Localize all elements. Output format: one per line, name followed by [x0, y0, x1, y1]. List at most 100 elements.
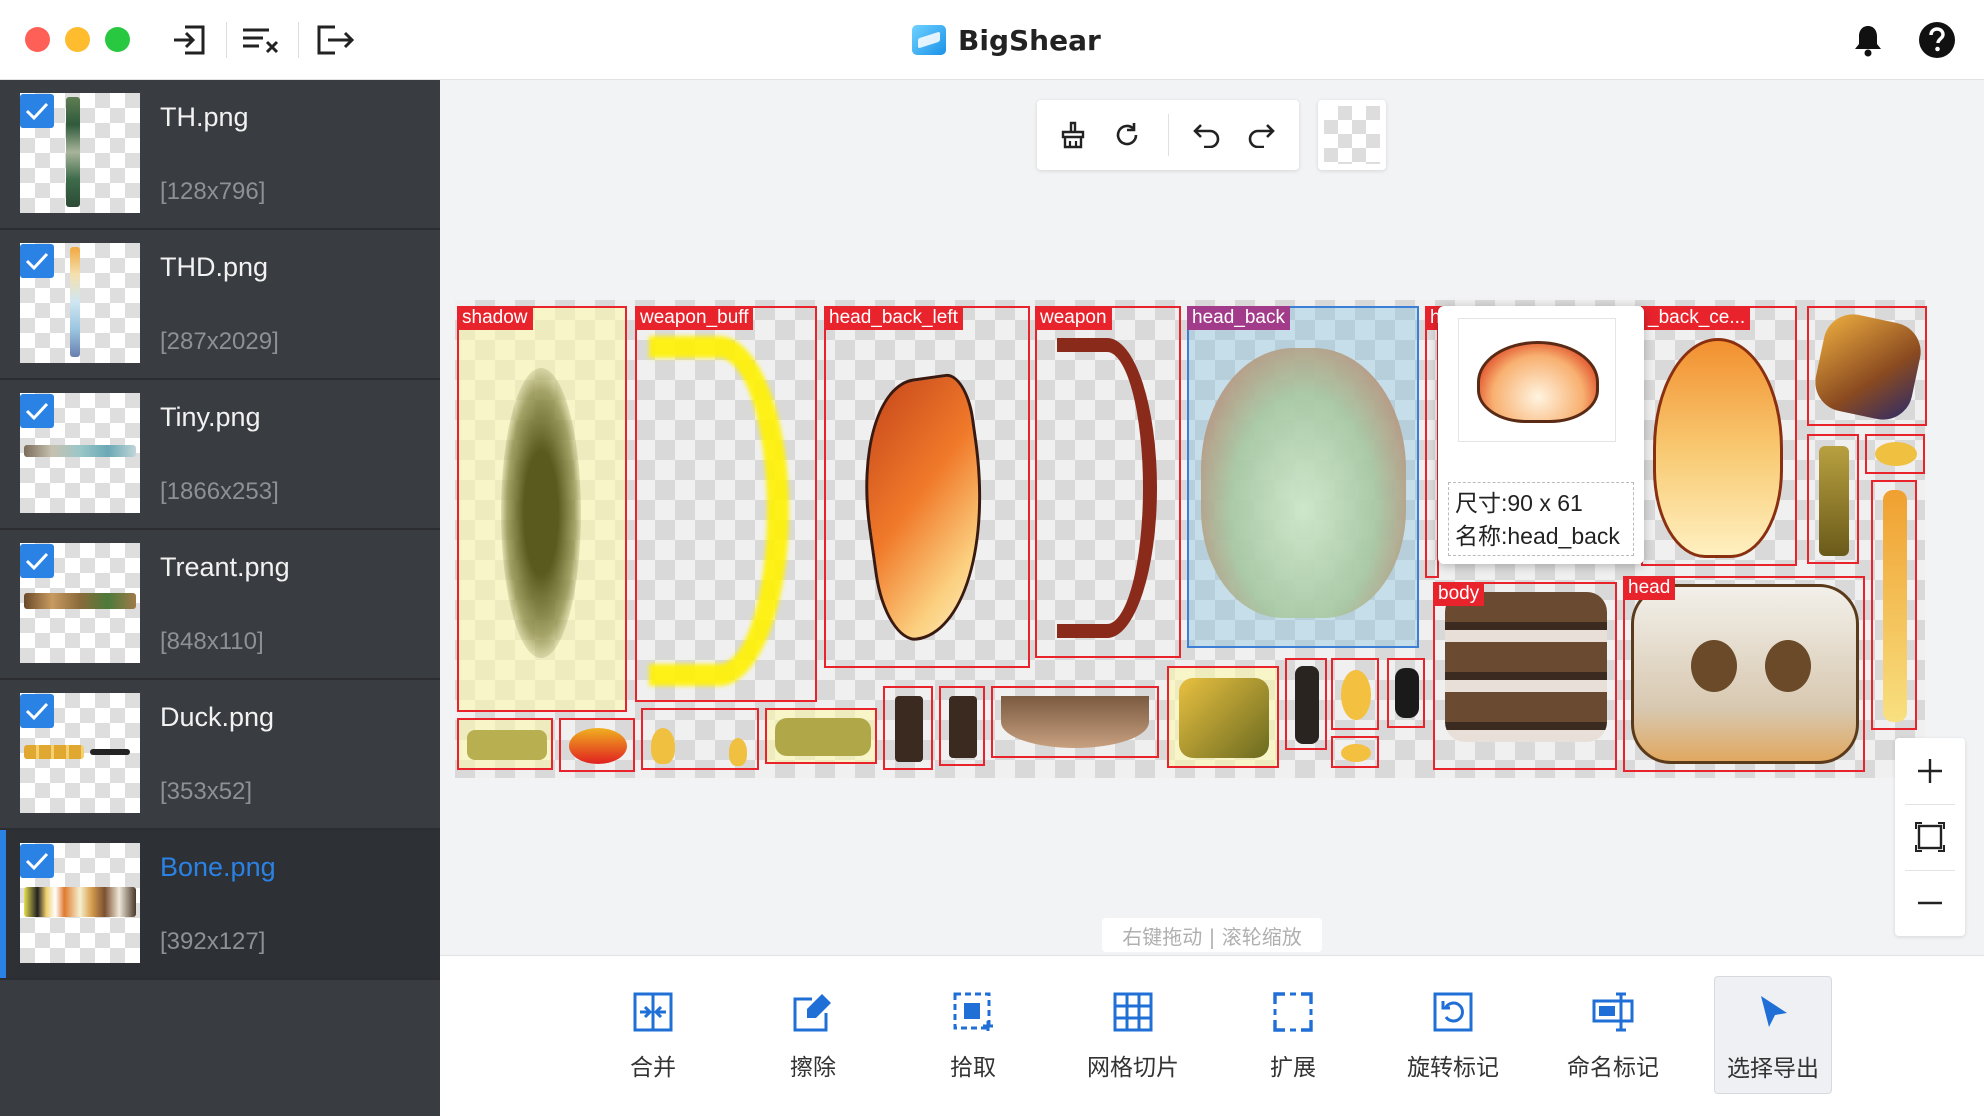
- file-checkbox[interactable]: [20, 544, 54, 578]
- background-toggle-button[interactable]: [1318, 100, 1386, 170]
- tooltip-name: 名称:head_back: [1455, 523, 1620, 549]
- help-button[interactable]: [1914, 18, 1960, 62]
- merge-button[interactable]: 合并: [594, 976, 712, 1094]
- file-checkbox[interactable]: [20, 244, 54, 278]
- fit-screen-button[interactable]: [1900, 807, 1960, 867]
- grid-slice-button[interactable]: 网格切片: [1074, 976, 1192, 1094]
- sprite-box[interactable]: [1871, 480, 1917, 730]
- export-icon: [317, 25, 355, 55]
- file-item[interactable]: Treant.png [848x110]: [0, 530, 440, 680]
- sprite-box[interactable]: h: [1425, 306, 1446, 578]
- sprite-box[interactable]: weapon: [1035, 306, 1181, 658]
- file-checkbox[interactable]: [20, 694, 54, 728]
- undo-button[interactable]: [1185, 113, 1229, 157]
- sprite-box[interactable]: [1865, 434, 1925, 474]
- file-item[interactable]: Duck.png [353x52]: [0, 680, 440, 830]
- file-size: [1866x253]: [160, 478, 279, 505]
- import-icon: [174, 25, 205, 55]
- tool-label: 扩展: [1270, 1055, 1316, 1081]
- clear-list-button[interactable]: [238, 18, 284, 62]
- sprite-box[interactable]: [991, 686, 1159, 758]
- brush-clean-icon: [1061, 121, 1085, 149]
- undo-icon: [1193, 124, 1220, 148]
- sprite-label: weapon_buff: [635, 306, 754, 330]
- tool-label: 命名标记: [1567, 1055, 1659, 1081]
- sprite-box[interactable]: head: [1623, 576, 1865, 772]
- zoom-controls: [1895, 738, 1965, 936]
- sprite-box[interactable]: [641, 708, 759, 770]
- bottom-toolbar: 合并 擦除 拾取 网格切片 扩展 旋转标记 命名标记 选择导出: [440, 955, 1984, 1116]
- export-button[interactable]: [312, 18, 358, 62]
- merge-icon: [633, 992, 673, 1032]
- sprite-box[interactable]: body: [1433, 582, 1617, 770]
- maximize-window-button[interactable]: [105, 27, 130, 52]
- sprite-label: _back_ce...: [1643, 306, 1751, 330]
- close-window-button[interactable]: [25, 27, 50, 52]
- help-icon: [1919, 22, 1955, 58]
- sprite-box[interactable]: [457, 718, 553, 770]
- minimize-window-button[interactable]: [65, 27, 90, 52]
- sprite-box[interactable]: [1387, 658, 1425, 728]
- sprite-box[interactable]: [1807, 434, 1859, 564]
- file-item-selected[interactable]: Bone.png [392x127]: [0, 830, 440, 980]
- sprite-box[interactable]: [1331, 736, 1379, 768]
- file-name: Duck.png: [160, 702, 275, 732]
- sprite-box[interactable]: [559, 718, 635, 772]
- bell-icon: [1855, 26, 1881, 57]
- tooltip-info: 尺寸:90 x 61 名称:head_back: [1448, 482, 1634, 556]
- sprite-box[interactable]: head_back_left: [824, 306, 1030, 668]
- zoom-out-icon: [1918, 901, 1942, 905]
- sprite-box[interactable]: [1285, 658, 1327, 750]
- transparent-background-icon: [1324, 106, 1380, 164]
- tooltip-preview: [1458, 318, 1616, 442]
- erase-button[interactable]: 擦除: [754, 976, 872, 1094]
- zoom-in-button[interactable]: [1900, 741, 1960, 801]
- redo-button[interactable]: [1239, 113, 1283, 157]
- file-item[interactable]: TH.png [128x796]: [0, 80, 440, 230]
- check-icon: [25, 252, 49, 271]
- sprite-sheet[interactable]: shadow weapon_buff head_back_left weapon…: [455, 300, 1927, 778]
- sprite-box[interactable]: [1167, 666, 1279, 768]
- zoom-out-button[interactable]: [1900, 873, 1960, 933]
- rename-mark-button[interactable]: 命名标记: [1554, 976, 1672, 1094]
- select-export-button[interactable]: 选择导出: [1714, 976, 1832, 1094]
- sprite-box[interactable]: [1331, 658, 1379, 730]
- file-name: Treant.png: [160, 552, 290, 582]
- file-item[interactable]: Tiny.png [1866x253]: [0, 380, 440, 530]
- tool-label: 合并: [630, 1055, 676, 1081]
- file-checkbox[interactable]: [20, 394, 54, 428]
- rotate-mark-button[interactable]: 旋转标记: [1394, 976, 1512, 1094]
- file-checkbox[interactable]: [20, 844, 54, 878]
- file-name: THD.png: [160, 252, 269, 282]
- expand-button[interactable]: 扩展: [1234, 976, 1352, 1094]
- clear-list-icon: [243, 28, 279, 54]
- tooltip-size: 尺寸:90 x 61: [1455, 490, 1583, 516]
- pick-icon: [953, 992, 993, 1031]
- tool-label: 网格切片: [1087, 1055, 1179, 1081]
- check-icon: [25, 702, 49, 721]
- import-button[interactable]: [166, 18, 212, 62]
- file-item[interactable]: THD.png [287x2029]: [0, 230, 440, 380]
- notifications-button[interactable]: [1845, 18, 1891, 62]
- sprite-box[interactable]: [1807, 306, 1927, 426]
- sprite-box[interactable]: [765, 708, 877, 764]
- sprite-box[interactable]: [883, 686, 933, 770]
- sprite-box[interactable]: [939, 686, 985, 766]
- sprite-box[interactable]: shadow: [457, 306, 627, 712]
- clean-button[interactable]: [1051, 113, 1095, 157]
- file-size: [848x110]: [160, 628, 264, 655]
- pick-button[interactable]: 拾取: [914, 976, 1032, 1094]
- sprite-label: head_back_left: [824, 306, 963, 330]
- erase-icon: [793, 994, 831, 1032]
- refresh-button[interactable]: [1105, 113, 1149, 157]
- sprite-label: weapon: [1035, 306, 1112, 330]
- file-size: [392x127]: [160, 928, 266, 955]
- file-checkbox[interactable]: [20, 94, 54, 128]
- sprite-box[interactable]: _back_ce...: [1641, 306, 1797, 566]
- app-logo-icon: [912, 25, 946, 55]
- sprite-label: head: [1623, 576, 1676, 600]
- refresh-icon: [1116, 123, 1138, 146]
- sprite-box[interactable]: weapon_buff: [635, 306, 817, 702]
- sprite-box-selected[interactable]: head_back: [1187, 306, 1419, 648]
- sprite-label: shadow: [457, 306, 533, 330]
